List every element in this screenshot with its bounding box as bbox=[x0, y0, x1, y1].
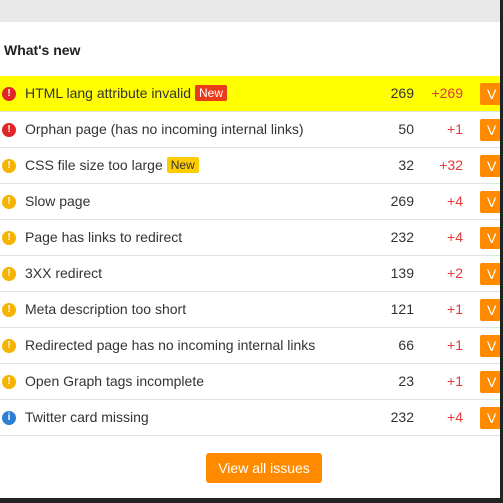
view-issue-button[interactable]: V bbox=[480, 119, 500, 141]
issue-row[interactable]: ! Page has links to redirect 232 +4 V bbox=[0, 220, 500, 256]
issue-label[interactable]: HTML lang attribute invalid New bbox=[25, 85, 228, 101]
issue-row[interactable]: ! Open Graph tags incomplete 23 +1 V bbox=[0, 364, 500, 400]
new-badge: New bbox=[195, 85, 228, 101]
view-issue-button[interactable]: V bbox=[480, 263, 500, 285]
exclamation-icon: ! bbox=[2, 87, 16, 101]
issue-count: 232 bbox=[390, 409, 414, 425]
exclamation-icon: ! bbox=[2, 159, 16, 173]
issue-row[interactable]: ! Meta description too short 121 +1 V bbox=[0, 292, 500, 328]
view-issue-button[interactable]: V bbox=[480, 335, 500, 357]
view-all-issues-button[interactable]: View all issues bbox=[206, 453, 322, 483]
issue-label[interactable]: Meta description too short bbox=[25, 301, 186, 317]
issue-label[interactable]: 3XX redirect bbox=[25, 265, 102, 281]
view-issue-button[interactable]: V bbox=[480, 155, 500, 177]
issue-label-text[interactable]: 3XX redirect bbox=[25, 265, 102, 281]
issue-label-text[interactable]: Open Graph tags incomplete bbox=[25, 373, 204, 389]
issue-delta: +2 bbox=[447, 265, 463, 281]
view-issue-button[interactable]: V bbox=[480, 371, 500, 393]
issue-label-text[interactable]: Twitter card missing bbox=[25, 409, 149, 425]
issue-label[interactable]: CSS file size too large New bbox=[25, 157, 199, 173]
exclamation-icon: ! bbox=[2, 303, 16, 317]
exclamation-icon: ! bbox=[2, 375, 16, 389]
issue-delta: +32 bbox=[439, 157, 463, 173]
info-icon: i bbox=[2, 411, 16, 425]
view-issue-button[interactable]: V bbox=[480, 299, 500, 321]
issue-label-text[interactable]: Orphan page (has no incoming internal li… bbox=[25, 121, 304, 137]
exclamation-icon: ! bbox=[2, 231, 16, 245]
issue-count: 32 bbox=[398, 157, 414, 173]
top-strip bbox=[0, 0, 500, 22]
view-issue-button[interactable]: V bbox=[480, 83, 500, 105]
issue-label[interactable]: Twitter card missing bbox=[25, 409, 149, 425]
view-issue-button[interactable]: V bbox=[480, 227, 500, 249]
issue-row[interactable]: ! Redirected page has no incoming interna… bbox=[0, 328, 500, 364]
issue-label[interactable]: Orphan page (has no incoming internal li… bbox=[25, 121, 304, 137]
issue-row[interactable]: ! HTML lang attribute invalid New 269 +269 V bbox=[0, 76, 500, 112]
issue-label-text[interactable]: Page has links to redirect bbox=[25, 229, 182, 245]
issue-delta: +4 bbox=[447, 229, 463, 245]
issue-label-text[interactable]: CSS file size too large bbox=[25, 157, 163, 173]
exclamation-icon: ! bbox=[2, 267, 16, 281]
issue-count: 121 bbox=[390, 301, 414, 317]
issue-delta: +1 bbox=[447, 121, 463, 137]
issue-count: 50 bbox=[398, 121, 414, 137]
issue-delta: +269 bbox=[431, 85, 463, 101]
issue-label[interactable]: Open Graph tags incomplete bbox=[25, 373, 204, 389]
issue-row[interactable]: ! Orphan page (has no incoming internal l… bbox=[0, 112, 500, 148]
issue-row[interactable]: ! 3XX redirect 139 +2 V bbox=[0, 256, 500, 292]
issue-delta: +4 bbox=[447, 409, 463, 425]
issue-label[interactable]: Page has links to redirect bbox=[25, 229, 182, 245]
issue-label-text[interactable]: Meta description too short bbox=[25, 301, 186, 317]
issue-count: 23 bbox=[398, 373, 414, 389]
issue-delta: +4 bbox=[447, 193, 463, 209]
window-edge-bottom bbox=[0, 498, 503, 503]
issue-count: 139 bbox=[390, 265, 414, 281]
issue-count: 66 bbox=[398, 337, 414, 353]
issue-row[interactable]: ! Slow page 269 +4 V bbox=[0, 184, 500, 220]
issue-count: 269 bbox=[390, 193, 414, 209]
view-issue-button[interactable]: V bbox=[480, 191, 500, 213]
issue-label-text[interactable]: HTML lang attribute invalid bbox=[25, 85, 191, 101]
new-badge: New bbox=[166, 157, 199, 173]
issue-row[interactable]: i Twitter card missing 232 +4 V bbox=[0, 400, 500, 436]
issue-label-text[interactable]: Slow page bbox=[25, 193, 90, 209]
section-title: What's new bbox=[4, 42, 81, 58]
exclamation-icon: ! bbox=[2, 123, 16, 137]
whats-new-panel: What's new ! HTML lang attribute invalid N… bbox=[0, 0, 500, 498]
issue-delta: +1 bbox=[447, 337, 463, 353]
issues-list: ! HTML lang attribute invalid New 269 +269 V!… bbox=[0, 76, 500, 436]
issue-delta: +1 bbox=[447, 301, 463, 317]
issue-delta: +1 bbox=[447, 373, 463, 389]
view-issue-button[interactable]: V bbox=[480, 407, 500, 429]
exclamation-icon: ! bbox=[2, 339, 16, 353]
issue-label-text[interactable]: Redirected page has no incoming internal… bbox=[25, 337, 315, 353]
issue-row[interactable]: ! CSS file size too large New 32 +32 V bbox=[0, 148, 500, 184]
issue-count: 269 bbox=[390, 85, 414, 101]
issue-label[interactable]: Slow page bbox=[25, 193, 90, 209]
issue-count: 232 bbox=[390, 229, 414, 245]
exclamation-icon: ! bbox=[2, 195, 16, 209]
issue-label[interactable]: Redirected page has no incoming internal… bbox=[25, 337, 315, 353]
